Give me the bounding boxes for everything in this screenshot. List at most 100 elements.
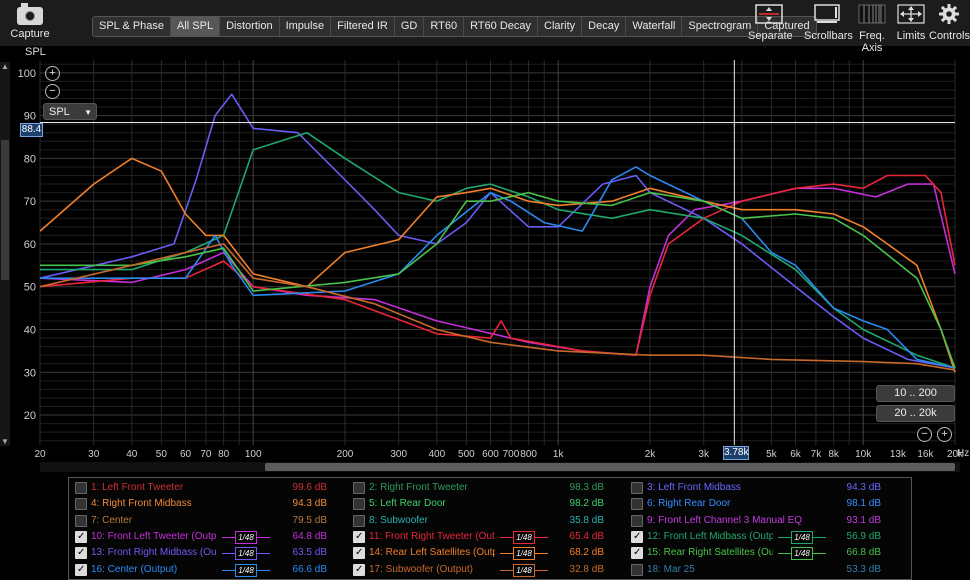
legend-checkbox[interactable] bbox=[631, 563, 643, 576]
legend-checkbox[interactable] bbox=[631, 498, 643, 511]
legend-checkbox[interactable] bbox=[631, 529, 643, 545]
legend-item[interactable]: 11: Front Right Tweeter (Outpu 1/48 65.4 d… bbox=[353, 529, 604, 545]
smoothing-badge-text: 1/48 bbox=[516, 565, 532, 575]
tab-waterfall[interactable]: Waterfall bbox=[626, 17, 683, 36]
legend-item[interactable]: 6: Right Rear Door 98.1 dB bbox=[631, 496, 881, 512]
x-tick-label: 60 bbox=[180, 449, 192, 460]
separate-icon bbox=[748, 4, 790, 24]
legend-item[interactable]: 16: Center (Output) 1/48 66.6 dB bbox=[75, 562, 327, 578]
x-tick-label: 400 bbox=[428, 449, 445, 460]
smoothing-badge-text: 1/48 bbox=[516, 549, 532, 559]
capture-button[interactable]: Capture bbox=[8, 3, 52, 40]
tab-distortion[interactable]: Distortion bbox=[220, 17, 280, 36]
x-tick-label: 16k bbox=[917, 449, 934, 460]
legend-item-name: 4: Right Front Midbass bbox=[91, 498, 192, 510]
range-20-20k-button[interactable]: 20 .. 20k bbox=[876, 405, 955, 422]
legend-item-name: 1: Left Front Tweeter bbox=[91, 482, 184, 493]
limits-button[interactable]: Limits bbox=[896, 4, 926, 42]
spl-graph[interactable]: 20 30 40 50 60 70 80 90 100 20 30 40 50 60 70 80 100 200… bbox=[0, 60, 970, 460]
tab-spectrogram[interactable]: Spectrogram bbox=[682, 17, 759, 36]
tab-spl-phase[interactable]: SPL & Phase bbox=[93, 17, 172, 36]
smoothing-badge-text: 1/48 bbox=[238, 565, 254, 575]
y-tick-label: 80 bbox=[24, 153, 36, 165]
legend-item[interactable]: 2: Right Front Tweeter 98.3 dB bbox=[353, 480, 604, 496]
legend-item-value: 98.1 dB bbox=[846, 498, 881, 510]
legend-item[interactable]: 3: Left Front Midbass 94.3 dB bbox=[631, 480, 881, 496]
range-10-200-button[interactable]: 10 .. 200 bbox=[876, 385, 955, 402]
legend-item[interactable]: 17: Subwoofer (Output) 1/48 32.8 dB bbox=[353, 562, 604, 578]
x-tick-label: 700 bbox=[503, 449, 520, 460]
smoothing-badge[interactable]: 1/48 bbox=[222, 530, 270, 544]
gear-icon bbox=[929, 4, 969, 24]
smoothing-badge[interactable]: 1/48 bbox=[500, 563, 548, 577]
smoothing-badge[interactable]: 1/48 bbox=[222, 563, 270, 577]
legend-item-value: 66.8 dB bbox=[846, 547, 881, 559]
zoom-out-x-icon[interactable]: − bbox=[917, 427, 932, 442]
legend-item-name: 18: Mar 25 bbox=[647, 563, 695, 575]
legend-checkbox[interactable] bbox=[353, 529, 365, 545]
freq-axis-button[interactable]: Freq. Axis bbox=[851, 4, 893, 54]
graph-tabs: SPL & Phase All SPL Distortion Impulse F… bbox=[92, 16, 817, 37]
legend-item[interactable]: 8: Subwoofer 35.8 dB bbox=[353, 513, 604, 529]
legend-item[interactable]: 5: Left Rear Door 98.2 dB bbox=[353, 496, 604, 512]
legend-item-name: 3: Left Front Midbass bbox=[647, 482, 741, 493]
separate-button[interactable]: Separate bbox=[748, 4, 793, 42]
legend-checkbox[interactable] bbox=[353, 545, 365, 561]
x-tick-label: 5k bbox=[766, 449, 778, 460]
legend-item[interactable]: 15: Rear Right Satellites (Outpu 1/48 66.8… bbox=[631, 545, 881, 561]
legend-item[interactable]: 9: Front Left Channel 3 Manual EQ 93.1 dB bbox=[631, 513, 881, 529]
legend-item-value: 68.2 dB bbox=[569, 547, 604, 559]
legend-checkbox[interactable] bbox=[75, 529, 87, 545]
legend-item[interactable]: 14: Rear Left Satellites (Output 1/48 68.2… bbox=[353, 545, 604, 561]
tab-gd[interactable]: GD bbox=[394, 17, 425, 36]
zoom-in-x-icon[interactable]: + bbox=[937, 427, 952, 442]
smoothing-badge[interactable]: 1/48 bbox=[500, 547, 548, 561]
legend-checkbox[interactable] bbox=[75, 545, 87, 561]
y-tick-label: 20 bbox=[24, 410, 36, 422]
legend-item[interactable]: 12: Front Left Midbass (Outpu 1/48 56.9 dB bbox=[631, 529, 881, 545]
legend-checkbox[interactable] bbox=[353, 482, 365, 494]
legend-item[interactable]: 7: Center 79.5 dB bbox=[75, 513, 327, 529]
tab-all-spl[interactable]: All SPL bbox=[171, 17, 221, 36]
measure-selector[interactable]: SPL ▼ bbox=[43, 103, 97, 120]
tab-filtered-ir[interactable]: Filtered IR bbox=[331, 17, 395, 36]
legend-checkbox[interactable] bbox=[353, 514, 365, 527]
legend-checkbox[interactable] bbox=[75, 482, 87, 494]
tab-rt60[interactable]: RT60 bbox=[424, 17, 465, 36]
controls-button[interactable]: Controls bbox=[929, 4, 970, 42]
legend-checkbox[interactable] bbox=[631, 482, 643, 494]
legend-checkbox[interactable] bbox=[631, 545, 643, 561]
smoothing-badge[interactable]: 1/48 bbox=[222, 547, 270, 561]
smoothing-badge[interactable]: 1/48 bbox=[500, 530, 548, 544]
legend-checkbox[interactable] bbox=[631, 514, 643, 527]
legend-checkbox[interactable] bbox=[75, 498, 87, 511]
separate-label: Separate bbox=[748, 30, 793, 42]
tab-clarity[interactable]: Clarity bbox=[538, 17, 583, 36]
smoothing-badge[interactable]: 1/48 bbox=[778, 547, 826, 561]
zoom-out-icon[interactable]: − bbox=[45, 84, 60, 99]
cursor-x-readout: 3.78k bbox=[723, 446, 749, 460]
legend-checkbox[interactable] bbox=[353, 498, 365, 511]
legend-item[interactable]: 18: Mar 25 53.3 dB bbox=[631, 562, 881, 578]
legend-item[interactable]: 4: Right Front Midbass 94.3 dB bbox=[75, 496, 327, 512]
tab-impulse[interactable]: Impulse bbox=[279, 17, 332, 36]
legend-item[interactable]: 13: Front Right Midbass (Outpu 1/48 63.5 d… bbox=[75, 545, 327, 561]
legend-checkbox[interactable] bbox=[75, 514, 87, 527]
smoothing-badge[interactable]: 1/48 bbox=[778, 530, 826, 544]
x-tick-label: 1k bbox=[553, 449, 565, 460]
zoom-in-icon[interactable]: + bbox=[45, 66, 60, 81]
tab-rt60-decay[interactable]: RT60 Decay bbox=[464, 17, 538, 36]
tab-decay[interactable]: Decay bbox=[582, 17, 627, 36]
legend-checkbox[interactable] bbox=[75, 562, 87, 578]
chevron-down-icon: ▼ bbox=[84, 108, 92, 117]
legend-item[interactable]: 10: Front Left Tweeter (Outpu 1/48 64.8 dB bbox=[75, 529, 327, 545]
legend-item-name: 14: Rear Left Satellites (Output bbox=[369, 547, 495, 559]
horizontal-scrollbar[interactable] bbox=[40, 462, 960, 472]
legend-checkbox[interactable] bbox=[353, 562, 365, 578]
horizontal-scroll-thumb[interactable] bbox=[265, 463, 955, 471]
y-tick-label: 70 bbox=[24, 196, 36, 208]
legend-item[interactable]: 1: Left Front Tweeter 99.6 dB bbox=[75, 480, 327, 496]
legend-item-name: 2: Right Front Tweeter bbox=[369, 482, 468, 493]
legend-item-value: 63.5 dB bbox=[292, 547, 327, 559]
scrollbars-button[interactable]: Scrollbars bbox=[804, 4, 853, 42]
